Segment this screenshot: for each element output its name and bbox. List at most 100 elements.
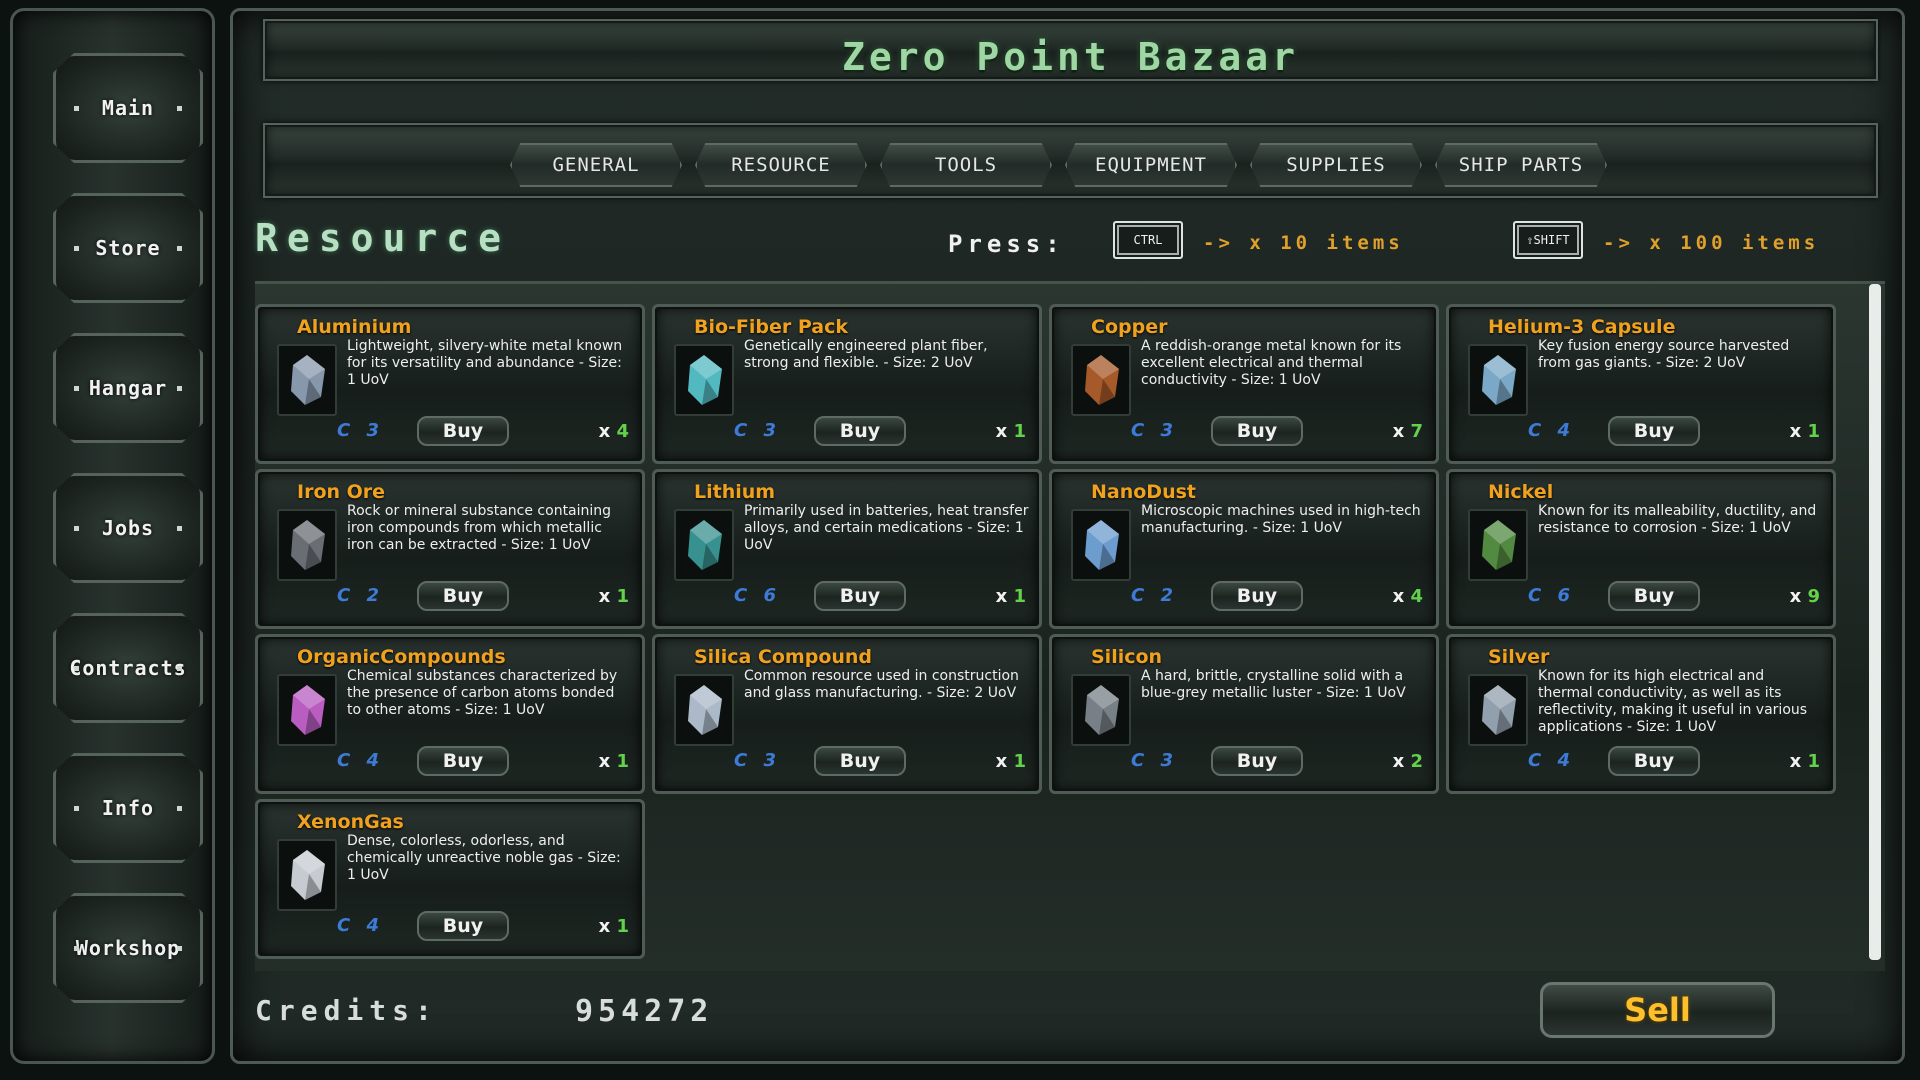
item-class: C 2 (337, 585, 385, 606)
nav-workshop-button[interactable]: Workshop (53, 893, 203, 1003)
buy-button[interactable]: Buy (1608, 746, 1700, 776)
bio-fiber-icon (674, 344, 734, 416)
qty-prefix: x (1392, 751, 1405, 772)
qty-value: 1 (1013, 586, 1026, 607)
buy-button[interactable]: Buy (1211, 416, 1303, 446)
buy-button[interactable]: Buy (417, 746, 509, 776)
buy-button[interactable]: Buy (1608, 581, 1700, 611)
aluminium-icon (277, 344, 337, 416)
buy-button[interactable]: Buy (417, 416, 509, 446)
qty-value: 1 (616, 916, 629, 937)
item-description: Known for its malleability, ductility, a… (1538, 503, 1817, 536)
item-name: NanoDust (1091, 481, 1196, 503)
buy-button[interactable]: Buy (1211, 746, 1303, 776)
item-description: A reddish-orange metal known for its exc… (1141, 338, 1402, 388)
store-window: Zero Point Bazaar GENERAL RESOURCE TOOLS… (230, 8, 1905, 1064)
gas-canister-icon (277, 839, 337, 911)
item-description: Common resource used in construction and… (744, 668, 1019, 701)
item-card: Helium-3 Capsule Key fusion energy sourc… (1446, 304, 1836, 464)
item-class: C 6 (734, 585, 782, 606)
qty-value: 7 (1410, 421, 1423, 442)
item-name: Copper (1091, 316, 1168, 338)
nav-contracts-button[interactable]: Contracts (53, 613, 203, 723)
credits-value: 954272 (575, 994, 714, 1029)
iron-ore-icon (277, 509, 337, 581)
sell-button[interactable]: Sell (1540, 982, 1775, 1038)
item-card: Silicon A hard, brittle, crystalline sol… (1049, 634, 1439, 794)
item-class: C 2 (1131, 585, 1179, 606)
sidebar: Main Store Hangar Jobs Contracts Info Wo… (10, 8, 215, 1064)
item-description: Known for its high electrical and therma… (1538, 668, 1808, 735)
item-description: Microscopic machines used in high-tech m… (1141, 503, 1421, 536)
organic-crystal-icon (277, 674, 337, 746)
nav-jobs-button[interactable]: Jobs (53, 473, 203, 583)
item-name: Lithium (694, 481, 776, 503)
tab-supplies[interactable]: SUPPLIES (1250, 143, 1422, 187)
buy-button[interactable]: Buy (814, 746, 906, 776)
buy-button[interactable]: Buy (814, 581, 906, 611)
item-quantity: x 1 (599, 916, 629, 937)
tab-tools[interactable]: TOOLS (880, 143, 1052, 187)
qty-value: 1 (1013, 751, 1026, 772)
silver-icon (1468, 674, 1528, 746)
buy-button[interactable]: Buy (1211, 581, 1303, 611)
nav-main-button[interactable]: Main (53, 53, 203, 163)
item-card: Nickel Known for its malleability, ducti… (1446, 469, 1836, 629)
item-quantity: x 1 (1790, 421, 1820, 442)
qty-prefix: x (995, 421, 1008, 442)
qty-prefix: x (598, 421, 611, 442)
item-name: Silicon (1091, 646, 1163, 668)
nav-info-button[interactable]: Info (53, 753, 203, 863)
item-card: Bio-Fiber Pack Genetically engineered pl… (652, 304, 1042, 464)
item-name: Nickel (1488, 481, 1554, 503)
item-description: Genetically engineered plant fiber, stro… (744, 338, 988, 371)
category-tabs: GENERAL RESOURCE TOOLS EQUIPMENT SUPPLIE… (263, 123, 1878, 198)
item-class: C 3 (1131, 420, 1179, 441)
item-name: Silver (1488, 646, 1550, 668)
item-card: NanoDust Microscopic machines used in hi… (1049, 469, 1439, 629)
buy-button[interactable]: Buy (417, 911, 509, 941)
item-quantity: x 1 (996, 586, 1026, 607)
buy-button[interactable]: Buy (1608, 416, 1700, 446)
qty-prefix: x (1392, 421, 1405, 442)
item-name: XenonGas (297, 811, 404, 833)
qty-prefix: x (995, 751, 1008, 772)
item-class: C 3 (1131, 750, 1179, 771)
nav-store-button[interactable]: Store (53, 193, 203, 303)
buy-button[interactable]: Buy (417, 581, 509, 611)
item-name: OrganicCompounds (297, 646, 506, 668)
item-card: XenonGas Dense, colorless, odorless, and… (255, 799, 645, 959)
item-description: A hard, brittle, crystalline solid with … (1141, 668, 1406, 701)
nickel-icon (1468, 509, 1528, 581)
item-card: Lithium Primarily used in batteries, hea… (652, 469, 1042, 629)
ctrl-key-icon: CTRL (1113, 221, 1183, 259)
tab-equipment[interactable]: EQUIPMENT (1065, 143, 1237, 187)
capsule-icon (1468, 344, 1528, 416)
qty-value: 1 (616, 586, 629, 607)
buy-button[interactable]: Buy (814, 416, 906, 446)
item-class: C 3 (337, 420, 385, 441)
item-card: Iron Ore Rock or mineral substance conta… (255, 469, 645, 629)
scrollbar[interactable] (1869, 284, 1881, 960)
item-quantity: x 4 (1393, 586, 1423, 607)
qty-prefix: x (598, 916, 611, 937)
item-class: C 4 (1528, 750, 1576, 771)
qty-value: 9 (1807, 586, 1820, 607)
press-label: Press: (948, 230, 1065, 258)
nav-hangar-button[interactable]: Hangar (53, 333, 203, 443)
item-quantity: x 7 (1393, 421, 1423, 442)
credits-label: Credits: (255, 994, 438, 1027)
item-quantity: x 9 (1790, 586, 1820, 607)
shift-hint-text: -> x 100 items (1603, 232, 1820, 254)
tab-general[interactable]: GENERAL (510, 143, 682, 187)
tab-resource[interactable]: RESOURCE (695, 143, 867, 187)
item-quantity: x 4 (599, 421, 629, 442)
tab-ship-parts[interactable]: SHIP PARTS (1435, 143, 1607, 187)
item-card: Copper A reddish-orange metal known for … (1049, 304, 1439, 464)
item-card: Aluminium Lightweight, silvery-white met… (255, 304, 645, 464)
item-description: Dense, colorless, odorless, and chemical… (347, 833, 621, 883)
section-title: Resource (255, 216, 511, 260)
copper-icon (1071, 344, 1131, 416)
qty-value: 4 (616, 421, 629, 442)
item-card: Silver Known for its high electrical and… (1446, 634, 1836, 794)
